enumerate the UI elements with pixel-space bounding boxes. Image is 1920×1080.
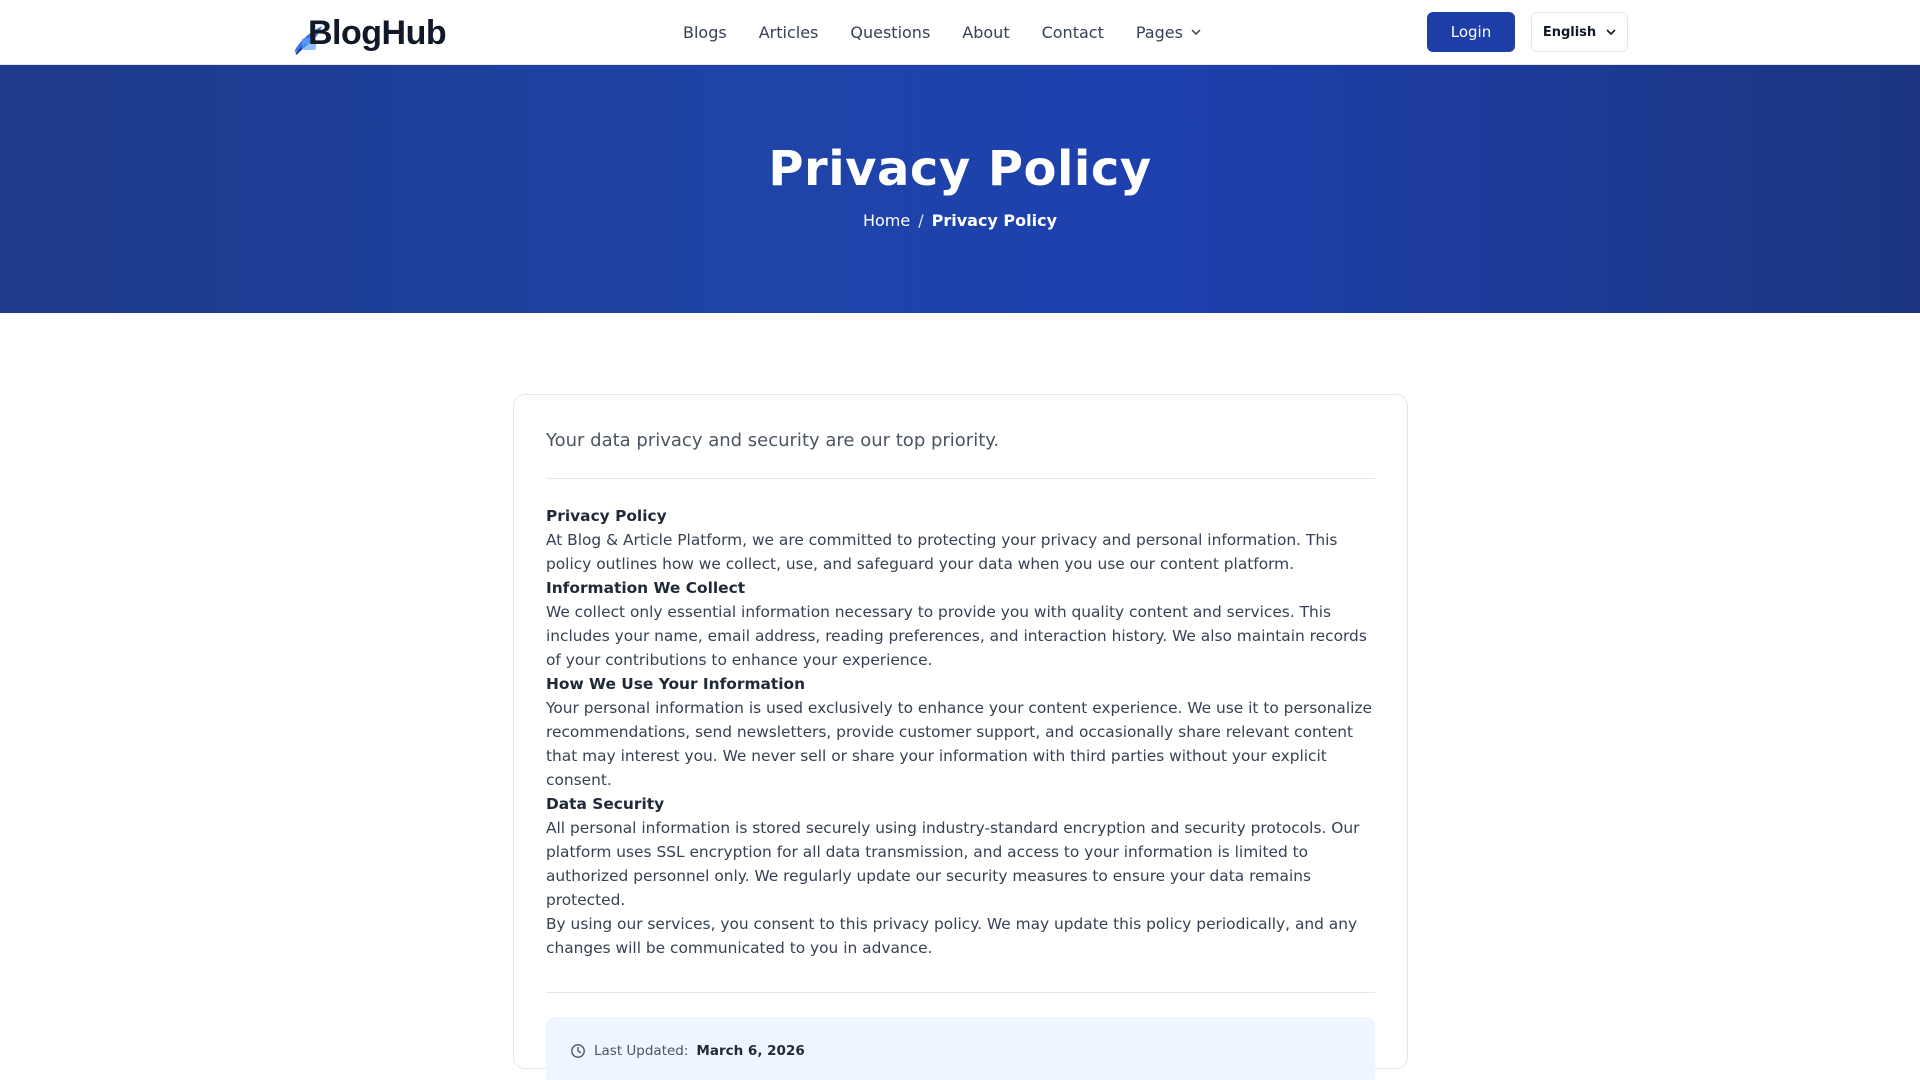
nav-label: Pages — [1135, 22, 1183, 42]
section-heading: Information We Collect — [546, 579, 746, 598]
nav-articles[interactable]: Articles — [743, 23, 835, 42]
nav-about[interactable]: About — [946, 23, 1025, 42]
divider — [546, 992, 1375, 994]
policy-lead: Your data privacy and security are our t… — [546, 430, 1000, 451]
nav-label: Questions — [850, 22, 931, 42]
divider — [546, 478, 1375, 480]
nav-pages-dropdown[interactable]: Pages — [1120, 23, 1217, 42]
nav-blogs[interactable]: Blogs — [667, 23, 743, 42]
section-text: Your personal information is used exclus… — [546, 699, 1372, 790]
nav-contact[interactable]: Contact — [1026, 23, 1120, 42]
breadcrumb-home-link[interactable]: Home — [863, 211, 910, 230]
clock-icon — [571, 1044, 585, 1059]
nav-label: About — [962, 22, 1010, 42]
logo-text: BlogHub — [308, 13, 447, 52]
section-heading: Privacy Policy — [546, 507, 667, 526]
language-select[interactable]: English — [1531, 12, 1628, 52]
nav-label: Blogs — [683, 22, 727, 42]
last-updated-box: Last Updated: March 6, 2026 — [546, 1017, 1375, 1080]
login-button[interactable]: Login — [1427, 12, 1515, 52]
language-label: English — [1542, 24, 1597, 40]
section-text: We collect only essential information ne… — [546, 603, 1367, 670]
breadcrumb-current: Privacy Policy — [931, 211, 1058, 230]
policy-body: Privacy Policy At Blog & Article Platfor… — [546, 504, 1375, 960]
page-title: Privacy Policy — [768, 141, 1152, 197]
policy-closing: By using our services, you consent to th… — [546, 915, 1358, 958]
nav-questions[interactable]: Questions — [834, 23, 946, 42]
section-text: At Blog & Article Platform, we are commi… — [546, 531, 1338, 574]
section-heading: Data Security — [546, 795, 665, 814]
policy-card: Your data privacy and security are our t… — [513, 394, 1408, 1080]
section-text: All personal information is stored secur… — [546, 819, 1360, 910]
nav-label: Articles — [758, 22, 819, 42]
last-updated-date: March 6, 2026 — [696, 1043, 805, 1060]
chevron-down-icon — [1606, 29, 1616, 36]
page-hero: Privacy Policy Home / Privacy Policy — [0, 65, 1920, 313]
breadcrumb: Home / Privacy Policy — [0, 211, 1920, 230]
site-logo[interactable]: BlogHub — [292, 12, 447, 55]
main-nav: Blogs Articles Questions About Contact P… — [667, 0, 1217, 64]
section-heading: How We Use Your Information — [546, 675, 806, 694]
site-header: BlogHub Blogs Articles Questions About C… — [0, 0, 1920, 65]
last-updated-label: Last Updated: — [594, 1043, 689, 1060]
nav-label: Contact — [1041, 22, 1104, 42]
chevron-down-icon — [1191, 29, 1201, 36]
breadcrumb-separator: / — [918, 211, 924, 230]
